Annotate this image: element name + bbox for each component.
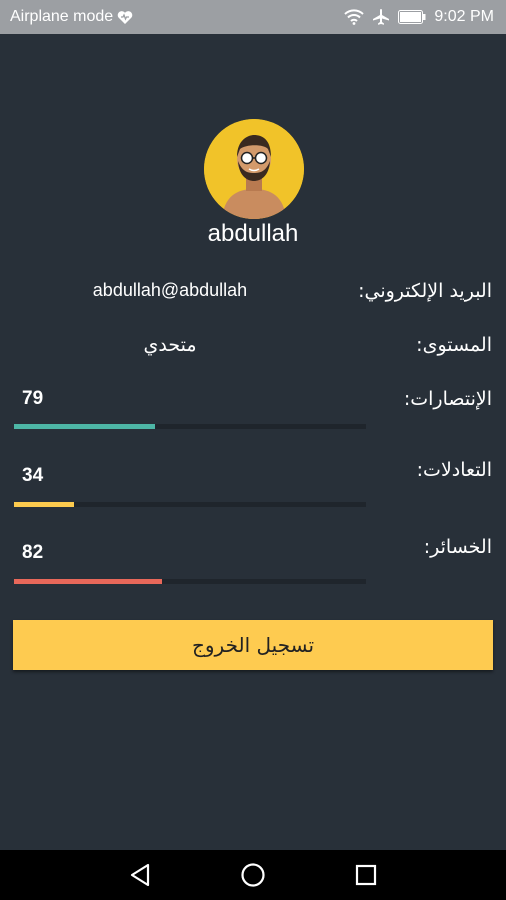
clock-time: 9:02 PM (434, 8, 494, 25)
losses-count: 82 (22, 542, 44, 563)
battery-icon (398, 10, 426, 24)
recents-square-icon[interactable] (353, 862, 379, 888)
status-bar: Airplane mode 9:02 PM (0, 0, 506, 34)
status-left: Airplane mode (10, 8, 133, 26)
navigation-bar (0, 850, 506, 900)
losses-progress-track (14, 579, 366, 584)
email-value: abdullah@abdullah (92, 280, 248, 300)
email-label: البريد الإلكتروني: (358, 280, 492, 302)
level-label: المستوى: (416, 334, 492, 356)
username: abdullah (207, 220, 299, 247)
draws-count: 34 (22, 465, 44, 486)
status-right: 9:02 PM (344, 8, 494, 26)
back-triangle-icon[interactable] (128, 862, 154, 888)
airplane-mode-text: Airplane mode (10, 8, 114, 25)
user-avatar-icon (204, 119, 304, 219)
level-value: متحدي (143, 334, 197, 356)
home-circle-icon[interactable] (240, 862, 266, 888)
wins-count: 79 (22, 388, 44, 409)
draws-label: التعادلات: (416, 459, 492, 481)
draws-progress-fill (14, 502, 74, 507)
wins-progress-fill (14, 424, 155, 429)
logout-button[interactable]: تسجيل الخروج (13, 620, 493, 670)
wins-progress-track (14, 424, 366, 429)
wins-label: الإنتصارات: (403, 388, 492, 410)
wifi-icon (344, 9, 365, 25)
heart-icon (117, 10, 133, 25)
losses-progress-fill (14, 579, 162, 584)
airplane-icon (372, 8, 390, 26)
draws-progress-track (14, 502, 366, 507)
losses-label: الخسائر: (423, 536, 492, 558)
